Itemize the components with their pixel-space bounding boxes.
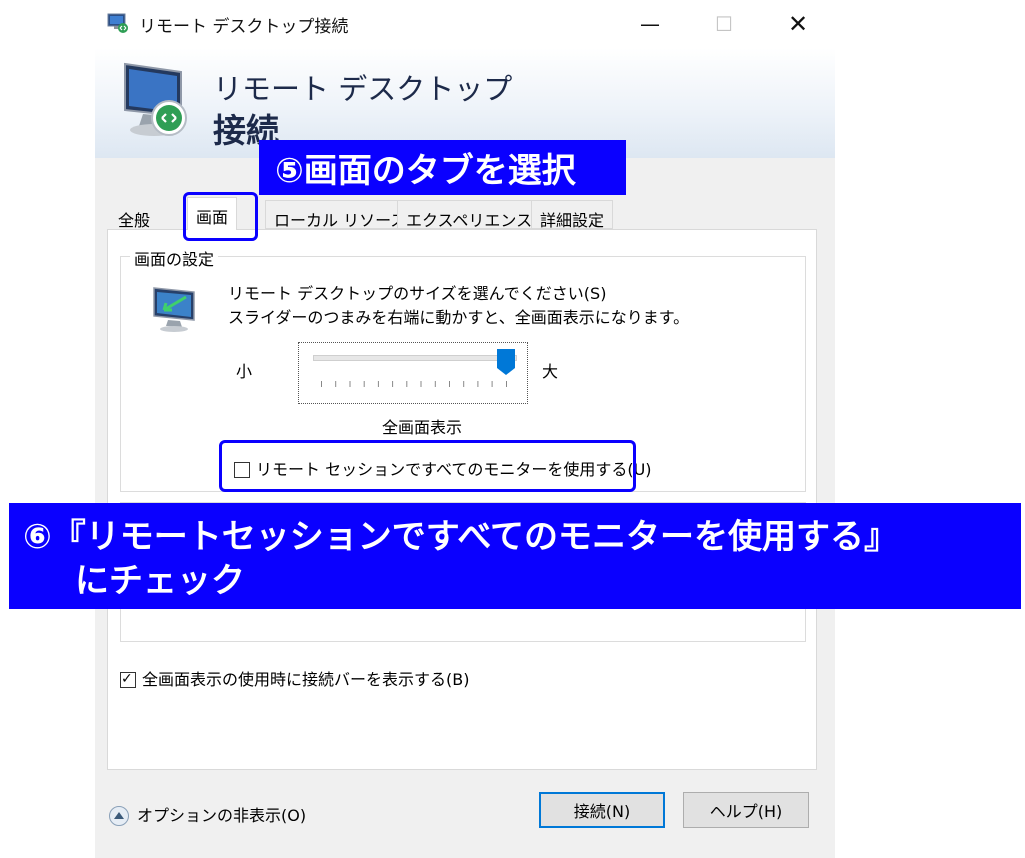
- step6-annotation: ⑥『リモートセッションですべてのモニターを使用する』 にチェック: [9, 503, 1021, 609]
- step6-line2: にチェック: [75, 561, 245, 601]
- instruction-text: リモート デスクトップのサイズを選んでください(S) スライダーのつまみを右端に…: [228, 282, 689, 330]
- hide-options-toggle[interactable]: オプションの非表示(O): [109, 802, 306, 826]
- instruction-line-1: リモート デスクトップのサイズを選んでください(S): [228, 284, 607, 303]
- slider-value-label: 全画面表示: [382, 418, 463, 437]
- tab-general[interactable]: 全般: [109, 200, 159, 230]
- close-button[interactable]: ✕: [765, 0, 831, 48]
- window-title: リモート デスクトップ接続: [139, 17, 349, 37]
- tab-advanced[interactable]: 詳細設定: [531, 200, 614, 230]
- chevron-up-icon: [109, 806, 129, 826]
- connection-bar-label: 全画面表示の使用時に接続バーを表示する(B): [142, 670, 470, 689]
- slider-track: [313, 355, 517, 361]
- checkmark-icon: ✓: [121, 671, 133, 687]
- tab-experience[interactable]: エクスペリエンス: [397, 200, 542, 230]
- tab-panel-display: 画面の設定 リモート デスクトップのサイズを選んでください(S) スライダーのつ…: [107, 229, 817, 770]
- help-button[interactable]: ヘルプ(H): [683, 792, 809, 828]
- connection-bar-checkbox[interactable]: ✓: [120, 671, 136, 688]
- maximize-button[interactable]: ☐: [691, 0, 757, 48]
- display-size-icon: [153, 287, 195, 332]
- slider-max-label: 大: [542, 362, 559, 381]
- minimize-button[interactable]: —: [617, 0, 683, 48]
- display-size-slider[interactable]: [298, 342, 528, 404]
- hide-options-label: オプションの非表示(O): [137, 806, 307, 825]
- title-bar: リモート デスクトップ接続 — ☐ ✕: [95, 0, 835, 48]
- rdp-window: リモート デスクトップ接続 — ☐ ✕ リモート デスクトップ 接続 全般 画面…: [95, 0, 835, 858]
- slider-thumb[interactable]: [496, 348, 516, 376]
- display-settings-label: 画面の設定: [130, 246, 219, 270]
- slider-min-label: 小: [236, 362, 253, 381]
- slider-ticks: [321, 381, 507, 387]
- remote-desktop-monitor-icon: [124, 62, 187, 136]
- banner-title-line1: リモート デスクトップ: [213, 72, 513, 106]
- tab-local-resources[interactable]: ローカル リソース: [265, 200, 416, 230]
- connect-button[interactable]: 接続(N): [539, 792, 665, 828]
- display-tab-highlight: [183, 192, 258, 241]
- instruction-line-2: スライダーのつまみを右端に動かすと、全画面表示になります。: [228, 308, 690, 327]
- connection-bar-option[interactable]: ✓ 全画面表示の使用時に接続バーを表示する(B): [120, 666, 469, 690]
- all-monitors-highlight: [219, 440, 636, 492]
- step6-line1: ⑥『リモートセッションですべてのモニターを使用する』: [23, 517, 899, 557]
- rdp-app-icon: [107, 13, 128, 33]
- step5-annotation: ⑤画面のタブを選択: [259, 140, 626, 195]
